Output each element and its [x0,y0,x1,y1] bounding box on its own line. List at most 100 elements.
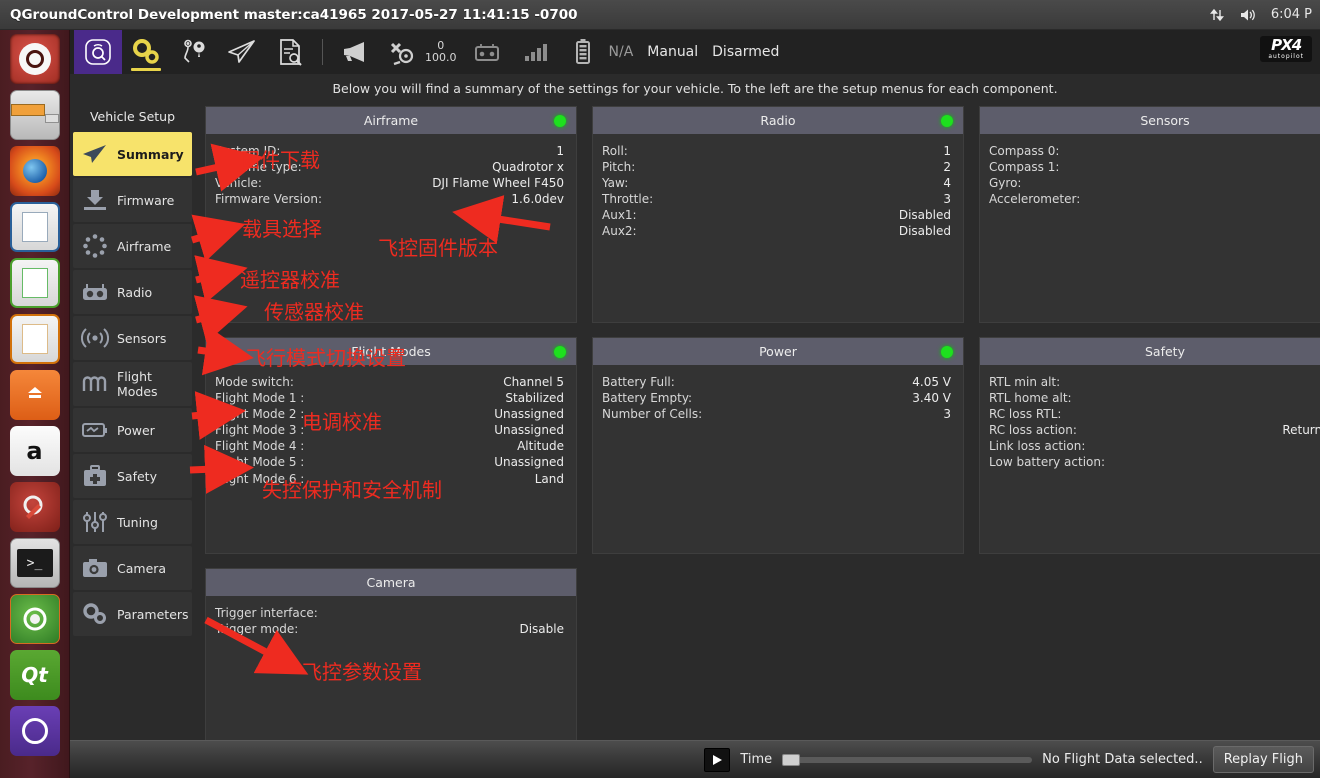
ubuntu-software-icon[interactable] [9,370,60,420]
panel-row-2: Flight Modes Mode switch: Channel 5 Fligh… [205,337,1320,554]
fact-row: Yaw: 4 [602,175,951,191]
setup-menu-title: Vehicle Setup [89,108,176,124]
sidebar-item-safety[interactable]: Safety [73,454,192,498]
sidebar-item-flight-modes[interactable]: Flight Modes [73,362,192,406]
panel-title-airframe: Airframe [363,113,419,128]
fact-row: RC loss action: Return to [989,422,1320,438]
fact-row: Vehicle: DJI Flame Wheel F450 [215,175,564,191]
firmware-download-icon [81,186,109,214]
network-updown-icon[interactable] [1209,7,1225,23]
panel-airframe: Airframe System ID: 1 Airframe type: Quadr… [205,106,577,323]
amazon-icon[interactable]: a [9,426,60,476]
fact-row: Throttle: 3 [602,191,951,207]
qt-creator-icon[interactable]: Qt [9,650,60,700]
sidebar-label-firmware: Firmware [117,192,175,208]
fact-row: Compass 1: [989,159,1320,175]
fact-row: Flight Mode 4 : Altitude [215,438,564,454]
sidebar-item-parameters[interactable]: Parameters [73,592,192,636]
fact-label: Number of Cells: [602,407,703,422]
libreoffice-impress-icon[interactable] [9,314,60,364]
time-slider[interactable] [782,753,1033,766]
firefox-icon[interactable] [9,146,60,196]
fact-value: 4.05 V [912,375,951,389]
fact-row: System ID: 1 [215,143,564,159]
fact-row: Aux2: Disabled [602,223,951,239]
fact-value: Unassigned [494,407,564,422]
plan-waypoints-icon[interactable] [170,30,218,74]
power-battery-icon [81,416,109,444]
playback-bar: Time No Flight Data selected.. Replay Fl… [70,740,1320,778]
radio-transmitter-icon [81,278,109,306]
fact-row: Roll: 1 [602,143,951,159]
summary-panels: Airframe System ID: 1 Airframe type: Quadr… [195,102,1320,748]
analyze-document-icon[interactable] [266,30,314,74]
replay-flight-button[interactable]: Replay Fligh [1212,746,1314,773]
px4-logo-text: PX4 [1271,36,1302,54]
px4-logo-subtext: autopilot [1268,52,1304,60]
fact-label: Firmware Version: [215,192,322,207]
fact-label: Compass 1: [989,160,1060,175]
libreoffice-calc-icon[interactable] [9,258,60,308]
sidebar-label-flight-modes: Flight Modes [117,369,158,399]
fact-label: Flight Mode 6 : [215,471,305,486]
fact-row: RTL home alt:1 [989,390,1320,406]
sidebar-item-airframe[interactable]: Airframe [73,224,192,268]
fact-label: Link loss action: [989,439,1086,454]
system-clock[interactable]: 6:04 P [1271,7,1312,22]
system-settings-icon[interactable] [9,482,60,532]
fact-label: RC loss action: [989,423,1077,438]
ubuntu-dash-icon[interactable] [9,34,60,84]
panel-title-sensors: Sensors [1140,113,1190,128]
fact-value: 3 [943,192,951,207]
fly-paperplane-icon[interactable] [218,30,266,74]
volume-icon[interactable] [1239,7,1257,23]
sidebar-item-sensors[interactable]: Sensors [73,316,192,360]
sidebar-label-radio: Radio [117,284,153,300]
panel-header-power: Power [593,338,963,365]
safety-kit-icon [81,462,109,490]
signal-bars-icon[interactable] [511,30,559,74]
fact-label: RTL home alt: [989,391,1072,406]
sidebar-item-summary[interactable]: Summary [73,132,192,176]
panel-row-1: Airframe System ID: 1 Airframe type: Quadr… [205,106,1320,323]
panel-header-radio: Radio [593,107,963,134]
qgroundcontrol-icon[interactable] [9,706,60,756]
sidebar-item-camera[interactable]: Camera [73,546,192,590]
panel-power: Power Battery Full: 4.05 V Battery Empty:… [592,337,964,554]
terminal-icon[interactable]: >_ [9,538,60,588]
fact-value: 4 [943,176,951,191]
libreoffice-writer-icon[interactable] [9,202,60,252]
sidebar-item-firmware[interactable]: Firmware [73,178,192,222]
sidebar-item-tuning[interactable]: Tuning [73,500,192,544]
px4-logo: PX4 autopilot [1260,36,1312,63]
fact-label: Gyro: [989,176,1022,191]
sidebar-label-sensors: Sensors [117,330,167,346]
status-dot-power [941,345,953,358]
qgc-menu-icon[interactable] [74,30,122,74]
sidebar-label-summary: Summary [117,146,184,162]
gears-setup-icon[interactable] [122,30,170,74]
status-dot-flight-modes [554,345,566,358]
fact-label: Flight Mode 1 : [215,391,305,406]
time-slider-knob[interactable] [782,753,801,766]
panel-body-safety: RTL min alt:3 RTL home alt:1 RC loss RTL… [980,365,1320,553]
fact-label: Mode switch: [215,375,294,389]
panel-header-flight-modes: Flight Modes [206,338,576,365]
flight-mode-selector[interactable]: Manual [647,44,698,60]
fact-value: Stabilized [505,391,564,406]
arm-state-label[interactable]: Disarmed [712,44,779,60]
fact-label: Flight Mode 2 : [215,407,305,422]
fact-row: Low battery action:W [989,454,1320,470]
panel-header-camera: Camera [206,569,576,596]
sidebar-item-radio[interactable]: Radio [73,270,192,314]
panel-title-safety: Safety [1145,344,1185,359]
play-icon[interactable] [704,747,731,772]
megaphone-icon[interactable] [331,30,379,74]
satellite-icon[interactable] [379,30,427,74]
rc-transmitter-icon[interactable] [463,30,511,74]
software-updater-icon[interactable] [9,594,60,644]
battery-icon[interactable] [559,30,607,74]
sidebar-item-power[interactable]: Power [73,408,192,452]
files-icon[interactable] [9,90,60,140]
fact-row: Number of Cells: 3 [602,406,951,422]
